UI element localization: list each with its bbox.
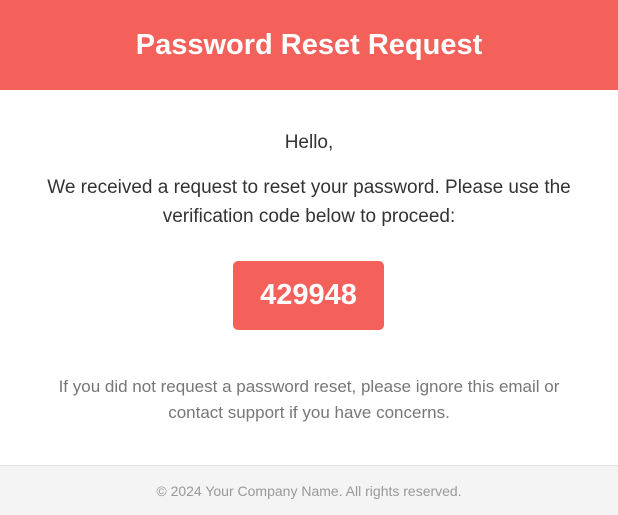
verification-code-box: 429948 bbox=[233, 261, 384, 330]
reset-message: We received a request to reset your pass… bbox=[47, 177, 571, 227]
copyright-text: © 2024 Your Company Name. All rights res… bbox=[156, 482, 462, 499]
greeting-text: Hello, bbox=[284, 132, 334, 153]
email-container: Password Reset Request Hello, We receive… bbox=[0, 0, 618, 515]
email-title: Password Reset Request bbox=[135, 28, 483, 61]
ignore-note: If you did not request a password reset,… bbox=[58, 377, 560, 422]
email-header: Password Reset Request bbox=[0, 0, 618, 90]
email-footer: © 2024 Your Company Name. All rights res… bbox=[0, 465, 618, 515]
verification-code: 429948 bbox=[260, 279, 357, 311]
